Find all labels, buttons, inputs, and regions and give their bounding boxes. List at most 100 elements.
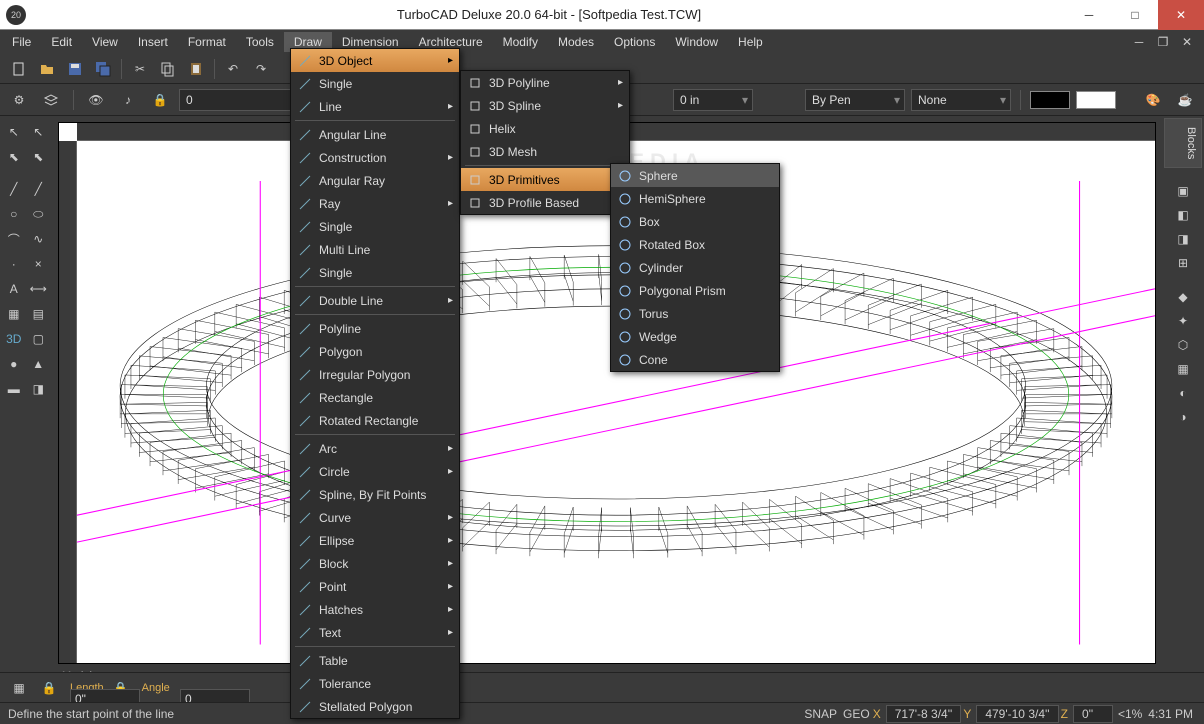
dimension-tool[interactable]: ⟷ [27, 277, 51, 301]
pick-tool[interactable]: ⬉ [2, 145, 26, 169]
menu-item-single[interactable]: Single [291, 261, 459, 284]
cut-button[interactable]: ✂ [127, 57, 153, 81]
palette-btn-8[interactable]: ▦ [1173, 359, 1193, 379]
lock-icon[interactable]: 🔒 [147, 88, 173, 112]
undo-button[interactable]: ↶ [220, 57, 246, 81]
menu-modify[interactable]: Modify [493, 32, 548, 52]
new-file-button[interactable] [6, 57, 32, 81]
mdi-close-icon[interactable]: ✕ [1178, 34, 1196, 50]
menu-item-3d-object[interactable]: 3D Object▸ [291, 49, 459, 72]
ellipse-tool[interactable]: ⬭ [27, 202, 51, 226]
menu-item-text[interactable]: Text▸ [291, 621, 459, 644]
menu-item-double-line[interactable]: Double Line▸ [291, 289, 459, 312]
line-tool[interactable]: ╱ [2, 177, 26, 201]
menu-modes[interactable]: Modes [548, 32, 604, 52]
x-coord[interactable]: 717'-8 3/4'' [886, 705, 962, 723]
minimize-button[interactable]: ─ [1066, 0, 1112, 30]
menu-item-angular-line[interactable]: Angular Line [291, 123, 459, 146]
geo-toggle[interactable]: GEO [843, 707, 870, 721]
palette-btn-3[interactable]: ◨ [1173, 229, 1193, 249]
maximize-button[interactable]: □ [1112, 0, 1158, 30]
snap-toggle[interactable]: SNAP [804, 707, 837, 721]
open-file-button[interactable] [34, 57, 60, 81]
palette-btn-9[interactable]: ◐ [1173, 383, 1193, 403]
menu-item-cone[interactable]: Cone [611, 348, 779, 371]
menu-item-ray[interactable]: Ray▸ [291, 192, 459, 215]
menu-item-3d-profile-based[interactable]: 3D Profile Based▸ [461, 191, 629, 214]
palette-btn-7[interactable]: ⬡ [1173, 335, 1193, 355]
menu-options[interactable]: Options [604, 32, 665, 52]
menu-tools[interactable]: Tools [236, 32, 284, 52]
3d-tool[interactable]: 3D [2, 327, 26, 351]
redo-button[interactable]: ↷ [248, 57, 274, 81]
settings-icon[interactable]: ⚙ [6, 88, 32, 112]
audio-icon[interactable]: ♪ [115, 88, 141, 112]
menu-item-cylinder[interactable]: Cylinder [611, 256, 779, 279]
sphere-tool[interactable]: ● [2, 352, 26, 376]
menu-item-3d-spline[interactable]: 3D Spline▸ [461, 94, 629, 117]
y-coord[interactable]: 479'-10 3/4'' [976, 705, 1058, 723]
palette-btn-4[interactable]: ⊞ [1173, 253, 1193, 273]
menu-item-ellipse[interactable]: Ellipse▸ [291, 529, 459, 552]
select-tool[interactable]: ↖ [2, 120, 26, 144]
menu-item-3d-primitives[interactable]: 3D Primitives▸ [461, 168, 629, 191]
menu-item-circle[interactable]: Circle▸ [291, 460, 459, 483]
menu-item-irregular-polygon[interactable]: Irregular Polygon [291, 363, 459, 386]
marker-tool[interactable]: × [27, 252, 51, 276]
z-coord[interactable]: 0'' [1073, 705, 1113, 723]
menu-item-line[interactable]: Line▸ [291, 95, 459, 118]
fg-color-swatch[interactable] [1030, 91, 1070, 109]
menu-item-point[interactable]: Point▸ [291, 575, 459, 598]
palette-btn-2[interactable]: ◧ [1173, 205, 1193, 225]
menu-item-box[interactable]: Box [611, 210, 779, 233]
cone-tool[interactable]: ▲ [27, 352, 51, 376]
close-button[interactable]: ✕ [1158, 0, 1204, 30]
menu-item-table[interactable]: Table [291, 649, 459, 672]
menu-item-curve[interactable]: Curve▸ [291, 506, 459, 529]
palette-btn-5[interactable]: ◆ [1173, 287, 1193, 307]
menu-item-polygon[interactable]: Polygon [291, 340, 459, 363]
menu-item-tolerance[interactable]: Tolerance [291, 672, 459, 695]
point-tool[interactable]: · [2, 252, 26, 276]
pick-tool-2[interactable]: ⬉ [27, 145, 51, 169]
menu-item-single[interactable]: Single [291, 215, 459, 238]
palette-btn-10[interactable]: ◑ [1173, 407, 1193, 427]
menu-item-stellated-polygon[interactable]: Stellated Polygon [291, 695, 459, 718]
zoom-level[interactable]: <1% [1118, 707, 1142, 721]
hatch-tool[interactable]: ▦ [2, 302, 26, 326]
menu-item-polygonal-prism[interactable]: Polygonal Prism [611, 279, 779, 302]
paste-button[interactable] [183, 57, 209, 81]
style-combo[interactable]: None [911, 89, 1011, 111]
menu-view[interactable]: View [82, 32, 128, 52]
menu-item-rotated-box[interactable]: Rotated Box [611, 233, 779, 256]
menu-item-sphere[interactable]: Sphere [611, 164, 779, 187]
select-tool-2[interactable]: ↖ [27, 120, 51, 144]
copy-button[interactable] [155, 57, 181, 81]
menu-item-rotated-rectangle[interactable]: Rotated Rectangle [291, 409, 459, 432]
menu-item-3d-mesh[interactable]: 3D Mesh [461, 140, 629, 163]
arc-tool[interactable]: ⌒ [2, 227, 26, 251]
palette-btn-6[interactable]: ✦ [1173, 311, 1193, 331]
menu-item-arc[interactable]: Arc▸ [291, 437, 459, 460]
menu-item-block[interactable]: Block▸ [291, 552, 459, 575]
menu-item-rectangle[interactable]: Rectangle [291, 386, 459, 409]
circle-tool[interactable]: ○ [2, 202, 26, 226]
door-tool[interactable]: ◨ [27, 377, 51, 401]
menu-item-3d-polyline[interactable]: 3D Polyline▸ [461, 71, 629, 94]
mdi-minimize-icon[interactable]: ─ [1130, 34, 1148, 50]
inspector-grid-icon[interactable]: ▦ [6, 676, 32, 700]
visibility-icon[interactable]: 👁 [83, 88, 109, 112]
mdi-restore-icon[interactable]: ❐ [1154, 34, 1172, 50]
save-button[interactable] [62, 57, 88, 81]
menu-format[interactable]: Format [178, 32, 236, 52]
pen-combo[interactable]: By Pen [805, 89, 905, 111]
wall-tool[interactable]: ▬ [2, 377, 26, 401]
menu-edit[interactable]: Edit [41, 32, 82, 52]
inspector-lock-icon[interactable]: 🔒 [36, 676, 62, 700]
menu-insert[interactable]: Insert [128, 32, 178, 52]
coffee-icon[interactable]: ☕ [1172, 88, 1198, 112]
menu-file[interactable]: File [2, 32, 41, 52]
blocks-panel-tab[interactable]: Blocks [1164, 118, 1202, 168]
menu-item-wedge[interactable]: Wedge [611, 325, 779, 348]
menu-item-torus[interactable]: Torus [611, 302, 779, 325]
